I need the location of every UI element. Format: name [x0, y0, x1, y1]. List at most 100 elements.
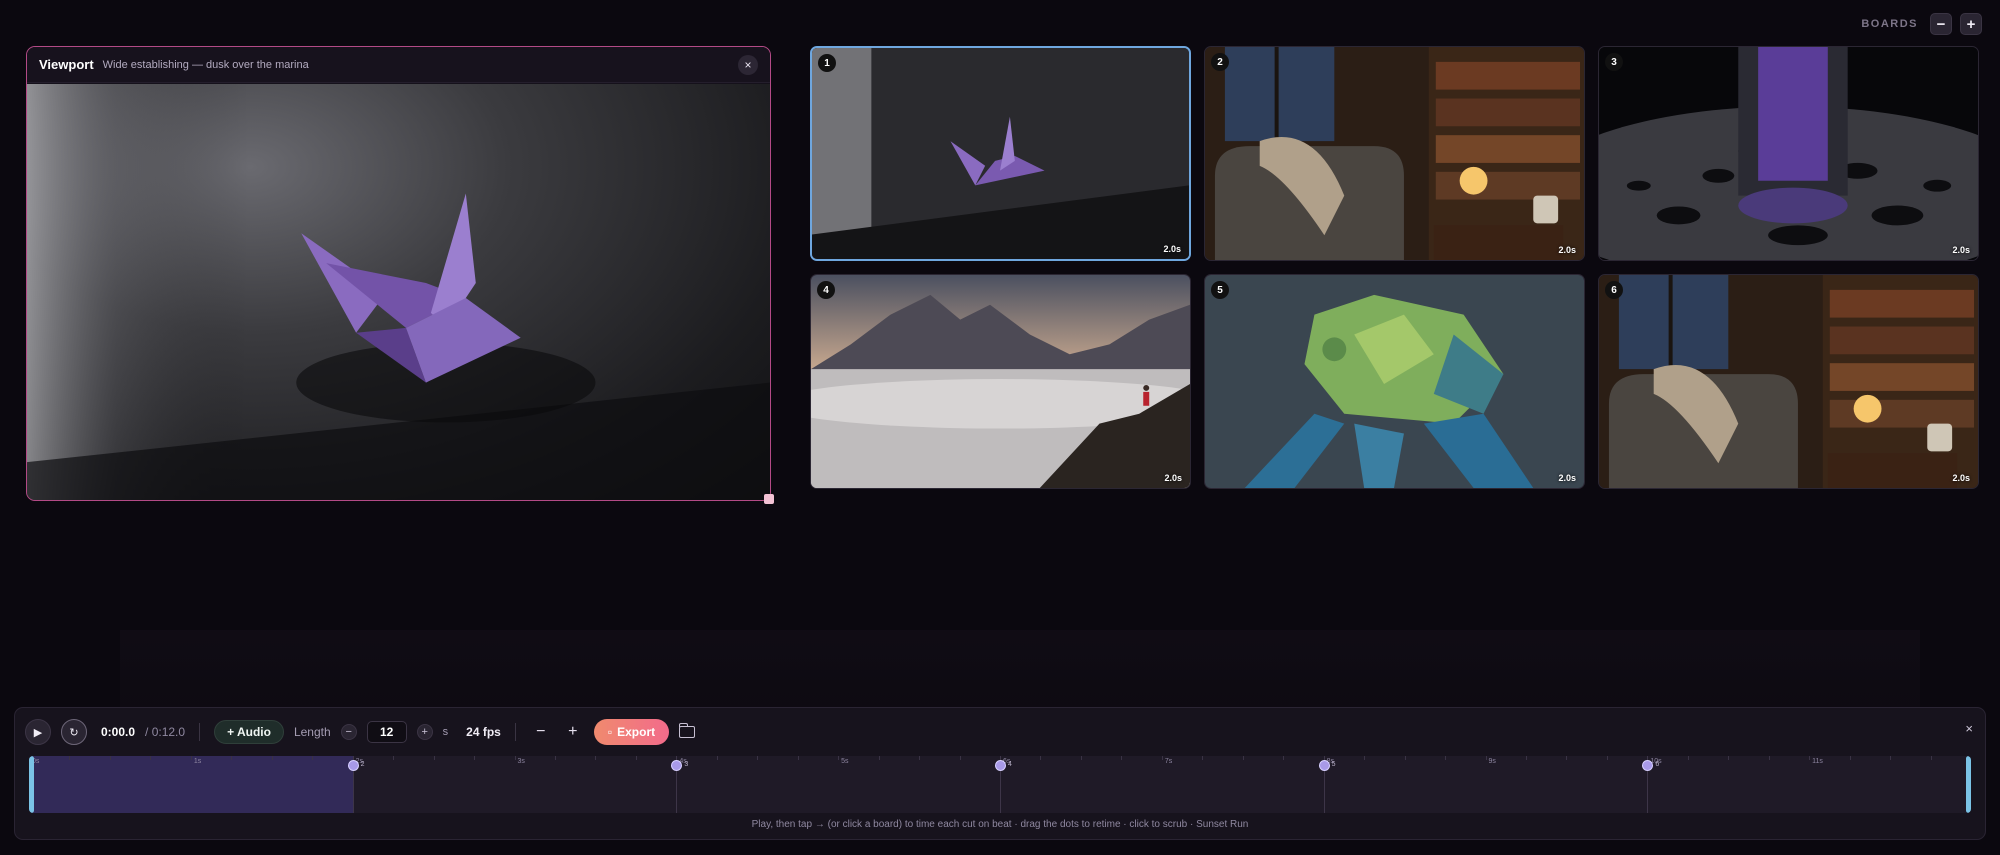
timeline-minor-tick: [231, 756, 233, 760]
cut-dot-label: 3: [684, 761, 689, 768]
board-5-image: [1205, 275, 1584, 488]
timeline-tick-label: 3s: [517, 758, 525, 765]
timeline-minor-tick: [1283, 756, 1285, 760]
timeline-panel: ▶ ↻ 0:00.0 / 0:12.0 + Audio Length − + s…: [14, 707, 1986, 840]
timeline-minor-tick: [433, 756, 435, 760]
length-input[interactable]: [366, 721, 407, 743]
export-button[interactable]: ▫ Export: [593, 719, 670, 745]
timeline-minor-tick: [797, 756, 799, 760]
export-label: Export: [617, 725, 656, 739]
timeline-minor-tick: [959, 756, 961, 760]
timeline-zoom-in-button[interactable]: +: [562, 723, 584, 741]
loop-button[interactable]: ↻: [61, 719, 87, 745]
timeline-minor-tick: [1161, 756, 1163, 760]
timeline-minor-tick: [554, 756, 556, 760]
board-4[interactable]: 4 2.0s: [810, 274, 1191, 489]
board-2-image: [1205, 47, 1584, 260]
divider: [199, 723, 201, 741]
timeline-minor-tick: [1768, 756, 1770, 760]
timeline-minor-tick: [1445, 756, 1447, 760]
timeline-minor-tick: [1485, 756, 1487, 760]
cut-dot-label: 5: [1331, 761, 1336, 768]
board-duration: 2.0s: [1558, 245, 1576, 255]
add-audio-button[interactable]: + Audio: [214, 720, 284, 744]
boards-controls: BOARDS − +: [1861, 13, 1982, 35]
timeline-minor-tick: [878, 756, 880, 760]
board-number: 5: [1211, 281, 1229, 299]
board-duration: 2.0s: [1164, 473, 1182, 483]
length-increment-button[interactable]: +: [416, 724, 433, 740]
board-3[interactable]: 3 2.0s: [1598, 46, 1979, 261]
board-2[interactable]: 2 2.0s: [1204, 46, 1585, 261]
board-number: 6: [1605, 281, 1623, 299]
timeline-minor-tick: [1849, 756, 1851, 760]
viewport-title: Viewport: [39, 57, 94, 72]
current-time: 0:00.0: [101, 725, 136, 739]
length-decrement-button[interactable]: −: [340, 724, 357, 740]
timeline-tick-label: 5s: [841, 758, 849, 765]
timeline-minor-tick: [1809, 756, 1811, 760]
viewport-header: Viewport Wide establishing — dusk over t…: [27, 47, 770, 83]
cut-dot[interactable]: [671, 760, 683, 771]
fps-label: 24 fps: [466, 725, 501, 739]
timeline-minor-tick: [1728, 756, 1730, 760]
length-unit: s: [442, 726, 449, 738]
timeline-hint: Play, then tap → (or click a board) to t…: [751, 819, 1249, 830]
export-icon: ▫: [607, 725, 613, 739]
timeline-zoom-out-button[interactable]: −: [530, 723, 552, 741]
timeline-minor-tick: [919, 756, 921, 760]
timeline-tick-label: 1s: [193, 758, 202, 765]
board-6[interactable]: 6 2.0s: [1598, 274, 1979, 489]
board-number: 2: [1211, 53, 1229, 71]
viewport-crane-image: [27, 84, 770, 500]
board-number: 4: [817, 281, 835, 299]
timeline-tick-label: 7s: [1164, 758, 1173, 765]
timeline-minor-tick: [1040, 756, 1042, 760]
cut-dot-label: 4: [1008, 761, 1012, 768]
timeline-close-button[interactable]: ×: [1965, 721, 1973, 736]
timeline-track[interactable]: 0s 1s 2s 3s 4s 5s 6s 7s 8s 9s 10s 11s 2 3 4 5 6: [29, 756, 1971, 813]
boards-zoom-out-button[interactable]: −: [1930, 13, 1952, 35]
timeline-minor-tick: [1121, 756, 1123, 760]
timeline-minor-tick: [635, 756, 637, 760]
board-duration: 2.0s: [1952, 245, 1970, 255]
timeline-minor-tick: [1606, 756, 1608, 760]
cut-dot-label: 2: [360, 761, 365, 768]
timeline-tick-label: 11s: [1812, 758, 1823, 765]
background-ghost: [120, 630, 1920, 710]
viewport-resize-handle[interactable]: [764, 494, 774, 504]
folder-icon[interactable]: [678, 723, 696, 738]
board-5[interactable]: 5 2.0s: [1204, 274, 1585, 489]
board-1[interactable]: 1 2.0s: [810, 46, 1191, 261]
timeline-minor-tick: [1566, 756, 1568, 760]
timeline-minor-tick: [1525, 756, 1527, 760]
timeline-end-handle[interactable]: [1966, 756, 1971, 813]
divider: [514, 723, 516, 741]
timeline-minor-tick: [1202, 756, 1204, 760]
board-3-image: [1599, 47, 1978, 260]
board-duration: 2.0s: [1558, 473, 1576, 483]
timeline-minor-tick: [1890, 756, 1892, 760]
timeline-minor-tick: [271, 756, 273, 760]
boards-zoom-in-button[interactable]: +: [1960, 13, 1982, 35]
playhead[interactable]: [29, 756, 34, 813]
cut-dot[interactable]: [1318, 760, 1330, 771]
timeline-minor-tick: [69, 756, 71, 760]
board-number: 3: [1605, 53, 1623, 71]
timeline-tick-label: 9s: [1488, 758, 1496, 765]
play-button[interactable]: ▶: [25, 719, 51, 745]
timeline-minor-tick: [757, 756, 759, 760]
cut-dot[interactable]: [995, 760, 1006, 771]
viewport-subtitle: Wide establishing — dusk over the marina: [102, 58, 309, 71]
timeline-minor-tick: [1404, 756, 1406, 760]
cut-dot[interactable]: [1642, 760, 1654, 771]
viewport-image[interactable]: [27, 84, 770, 500]
timeline-minor-tick: [838, 756, 840, 760]
viewport-close-button[interactable]: ×: [738, 54, 758, 75]
timeline-minor-tick: [1930, 756, 1932, 760]
board-duration: 2.0s: [1163, 244, 1181, 254]
timeline-minor-tick: [595, 756, 597, 760]
timeline-minor-tick: [1080, 756, 1082, 760]
cut-dot[interactable]: [347, 760, 359, 771]
played-region: [29, 756, 353, 813]
